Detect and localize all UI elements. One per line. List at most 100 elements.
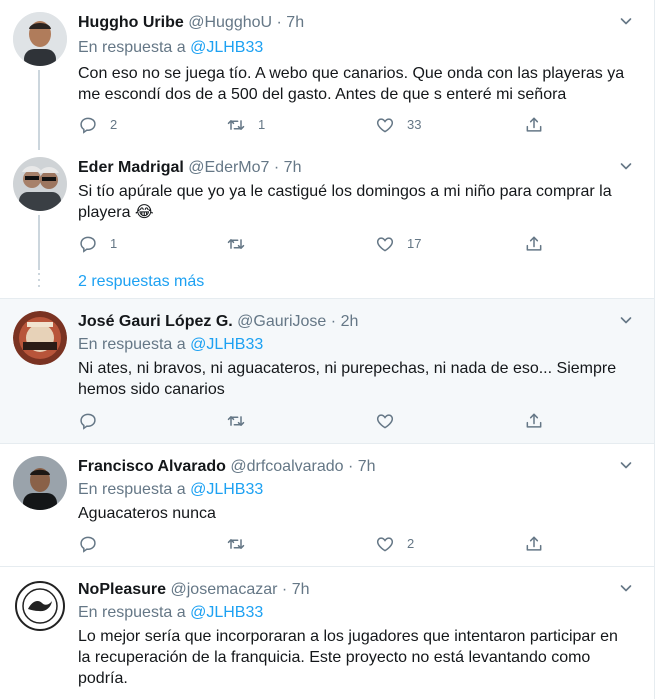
tweet-nopleasure[interactable]: NoPleasure @josemacazar · 7h En respuest…	[0, 567, 655, 699]
reply-icon	[78, 115, 98, 135]
like-icon	[375, 411, 395, 431]
tweet-actions: 1 17	[78, 234, 558, 254]
like-button[interactable]: 2	[375, 534, 414, 554]
timestamp[interactable]: 7h	[286, 14, 304, 31]
like-button[interactable]	[375, 411, 407, 431]
timestamp[interactable]: 7h	[284, 159, 302, 176]
display-name[interactable]: Eder Madrigal	[78, 159, 184, 176]
retweet-icon	[226, 411, 246, 431]
like-icon	[375, 534, 395, 554]
timestamp[interactable]: 7h	[358, 458, 376, 475]
like-icon	[375, 234, 395, 254]
handle[interactable]: @EderMo7	[188, 159, 269, 176]
share-button[interactable]	[524, 411, 544, 431]
display-name[interactable]: José Gauri López G.	[78, 313, 233, 330]
tweet-actions	[78, 411, 558, 431]
retweet-button[interactable]	[226, 411, 258, 431]
reply-button[interactable]	[78, 411, 110, 431]
tweet-actions: 2	[78, 534, 558, 554]
tweet-text-line: la recuperación de la franquicia. Este p…	[78, 649, 591, 666]
display-name[interactable]: Francisco Alvarado	[78, 458, 226, 475]
tweet-text: Si tío apúrale que yo ya le castigué los…	[78, 181, 638, 223]
avatar[interactable]	[13, 579, 67, 633]
tweet-hugghouribe[interactable]: Huggho Uribe @HugghoU · 7h En respuesta …	[0, 0, 655, 150]
like-count: 2	[407, 536, 415, 551]
reply-mention-link[interactable]: @JLHB33	[190, 481, 263, 498]
chevron-down-icon[interactable]	[618, 158, 634, 174]
reply-context: En respuesta a @JLHB33	[78, 480, 263, 500]
avatar[interactable]	[13, 311, 67, 365]
share-icon	[524, 411, 544, 431]
reply-button[interactable]: 2	[78, 115, 117, 135]
reply-prefix: En respuesta a	[78, 604, 186, 621]
retweet-button[interactable]	[226, 234, 258, 254]
reply-mention-link[interactable]: @JLHB33	[190, 39, 263, 56]
tweet-header: Eder Madrigal @EderMo7 · 7h	[78, 158, 301, 178]
like-icon	[375, 115, 395, 135]
separator-dot: ·	[348, 458, 354, 475]
tweet-header: Francisco Alvarado @drfcoalvarado · 7h	[78, 457, 376, 477]
reply-button[interactable]	[78, 534, 110, 554]
tweet-franciscoalvarado[interactable]: Francisco Alvarado @drfcoalvarado · 7h E…	[0, 444, 655, 567]
reply-context: En respuesta a @JLHB33	[78, 335, 263, 355]
separator-dot: ·	[276, 14, 282, 31]
show-more-replies-link[interactable]: 2 respuestas más	[78, 273, 204, 291]
like-button[interactable]: 17	[375, 234, 421, 254]
retweet-button[interactable]: 1	[226, 115, 265, 135]
like-button[interactable]: 33	[375, 115, 421, 135]
separator-dot: ·	[273, 159, 280, 176]
separator-dot: ·	[330, 313, 337, 330]
avatar[interactable]	[13, 456, 67, 510]
chevron-down-icon[interactable]	[618, 457, 634, 473]
tweet-text-line: Aguacateros nunca	[78, 505, 216, 522]
tweet-actions: 2 1 33	[78, 115, 558, 135]
tweet-header: NoPleasure @josemacazar · 7h	[78, 580, 309, 600]
chevron-down-icon[interactable]	[618, 312, 634, 328]
timestamp[interactable]: 7h	[292, 581, 310, 598]
timestamp[interactable]: 2h	[341, 313, 359, 330]
reply-count: 2	[110, 117, 118, 132]
reply-button[interactable]: 1	[78, 234, 117, 254]
share-button[interactable]	[524, 534, 544, 554]
display-name[interactable]: Huggho Uribe	[78, 14, 184, 31]
separator-dot: ·	[281, 581, 288, 598]
avatar[interactable]	[13, 12, 67, 66]
reply-icon	[78, 234, 98, 254]
reply-context: En respuesta a @JLHB33	[78, 603, 263, 623]
handle[interactable]: @josemacazar	[171, 581, 278, 598]
reply-icon	[78, 411, 98, 431]
tweet-text-line: podría.	[78, 670, 128, 687]
tweet-josegauri[interactable]: José Gauri López G. @GauriJose · 2h En r…	[0, 299, 655, 444]
handle[interactable]: @drfcoalvarado	[230, 458, 343, 475]
thread-line	[38, 215, 40, 270]
handle[interactable]: @GauriJose	[237, 313, 326, 330]
reply-context: En respuesta a @JLHB33	[78, 38, 263, 58]
chevron-down-icon[interactable]	[618, 580, 634, 596]
retweet-icon	[226, 534, 246, 554]
tweet-header: José Gauri López G. @GauriJose · 2h	[78, 312, 358, 332]
retweet-icon	[226, 115, 246, 135]
share-icon	[524, 115, 544, 135]
share-button[interactable]	[524, 234, 544, 254]
reply-mention-link[interactable]: @JLHB33	[190, 604, 263, 621]
retweet-count: 1	[258, 117, 266, 132]
chevron-down-icon[interactable]	[618, 13, 634, 29]
like-count: 17	[407, 236, 422, 251]
share-icon	[524, 534, 544, 554]
tweet-text-line: Con eso no se juega tío. A webo que cana…	[78, 65, 625, 82]
handle[interactable]: @HugghoU	[188, 14, 272, 31]
tweet-text-line: playera 😂	[78, 204, 154, 221]
reply-count: 1	[110, 236, 118, 251]
display-name[interactable]: NoPleasure	[78, 581, 166, 598]
tweet-header: Huggho Uribe @HugghoU · 7h	[78, 13, 304, 33]
tweet-text: Ni ates, ni bravos, ni aguacateros, ni p…	[78, 358, 638, 400]
thread-dots	[38, 273, 40, 291]
reply-mention-link[interactable]: @JLHB33	[190, 336, 263, 353]
share-button[interactable]	[524, 115, 544, 135]
reply-prefix: En respuesta a	[78, 39, 186, 56]
retweet-icon	[226, 234, 246, 254]
avatar[interactable]	[13, 157, 67, 211]
tweet-edermadrigal[interactable]: Eder Madrigal @EderMo7 · 7h Si tío apúra…	[0, 145, 655, 300]
reply-prefix: En respuesta a	[78, 481, 186, 498]
retweet-button[interactable]	[226, 534, 258, 554]
